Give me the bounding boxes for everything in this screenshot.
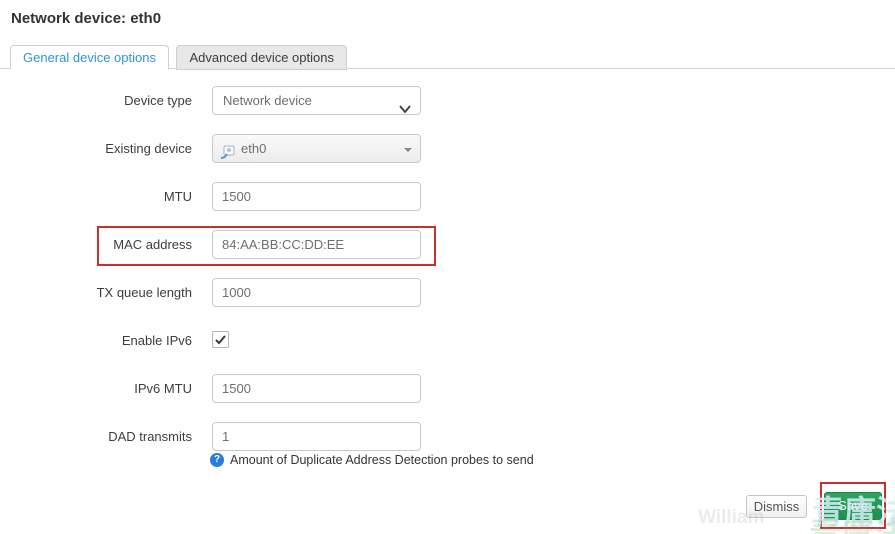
tab-advanced-device-options[interactable]: Advanced device options [176, 45, 347, 70]
device-type-value: Network device [223, 93, 312, 108]
mac-address-label: MAC address [113, 237, 192, 252]
page-title: Network device: eth0 [11, 10, 162, 27]
dad-transmits-input[interactable] [212, 422, 421, 451]
mtu-label: MTU [163, 189, 192, 204]
mtu-row: MTU [0, 182, 421, 211]
existing-device-select[interactable]: eth0 [212, 134, 421, 163]
device-type-select[interactable]: Network device [212, 86, 421, 115]
tab-general-device-options[interactable]: General device options [10, 45, 169, 70]
tx-queue-length-label: TX queue length [96, 285, 192, 300]
dismiss-button[interactable]: Dismiss [746, 495, 807, 518]
device-type-row: Device type Network device [0, 86, 421, 115]
enable-ipv6-checkbox[interactable] [212, 331, 229, 348]
existing-device-row: Existing device eth0 [0, 134, 421, 163]
help-question-icon: ? [210, 453, 224, 467]
ipv6-mtu-input[interactable] [212, 374, 421, 403]
device-type-label: Device type [124, 93, 192, 108]
chevron-down-icon [399, 96, 411, 123]
enable-ipv6-row: Enable IPv6 [0, 326, 421, 355]
enable-ipv6-label: Enable IPv6 [121, 333, 192, 348]
dad-transmits-label: DAD transmits [108, 429, 192, 444]
network-device-dialog: Network device: eth0 General device opti… [0, 0, 895, 534]
existing-device-label: Existing device [105, 141, 192, 156]
dad-transmits-help-text: Amount of Duplicate Address Detection pr… [230, 453, 534, 467]
ipv6-mtu-row: IPv6 MTU [0, 374, 421, 403]
dad-transmits-row: DAD transmits [0, 422, 421, 451]
mtu-input[interactable] [212, 182, 421, 211]
ipv6-mtu-label: IPv6 MTU [134, 381, 192, 396]
existing-device-value: eth0 [241, 141, 267, 156]
mac-address-input[interactable] [212, 230, 421, 259]
checkmark-icon [215, 334, 226, 344]
tx-queue-length-input[interactable] [212, 278, 421, 307]
network-interface-icon [220, 142, 236, 169]
save-button[interactable]: Save [824, 492, 882, 520]
dad-transmits-help: ? Amount of Duplicate Address Detection … [210, 453, 534, 467]
caret-down-icon [404, 148, 412, 152]
tx-queue-length-row: TX queue length [0, 278, 421, 307]
mac-address-row: MAC address [0, 230, 421, 259]
tab-bar: General device options Advanced device o… [0, 44, 895, 70]
